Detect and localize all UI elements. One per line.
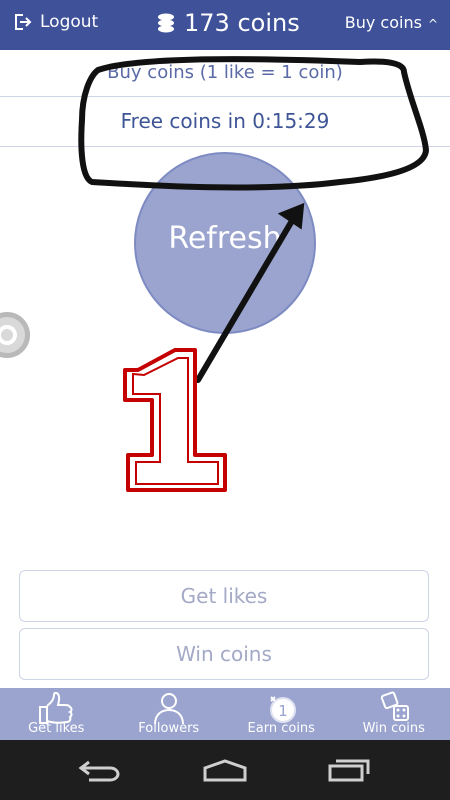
nav-earn-coins[interactable]: 1 Earn coins xyxy=(225,688,338,740)
top-header: Logout 173 coins Buy coins ^ xyxy=(0,0,450,50)
nav-win-coins-label: Win coins xyxy=(362,721,425,736)
refresh-label: Refresh xyxy=(168,221,282,256)
back-icon[interactable] xyxy=(77,758,123,782)
nav-followers-label: Followers xyxy=(138,721,200,736)
buy-coins-menu[interactable]: Buy coins ^ xyxy=(345,13,438,32)
logout-button[interactable]: Logout xyxy=(12,12,98,32)
chevron-up-icon: ^ xyxy=(427,16,438,31)
user-icon xyxy=(153,693,184,725)
buy-coins-label: Buy coins xyxy=(344,13,422,32)
svg-text:1: 1 xyxy=(278,702,288,720)
recent-apps-icon[interactable] xyxy=(326,758,372,782)
free-coins-timer-row: Free coins in 0:15:29 xyxy=(0,96,450,147)
system-navigation-bar xyxy=(0,740,450,800)
nav-get-likes[interactable]: Get likes xyxy=(0,688,113,740)
coins-label: 173 coins xyxy=(184,9,300,37)
get-likes-button[interactable]: Get likes xyxy=(19,570,429,622)
dice-icon xyxy=(380,691,409,721)
nav-followers[interactable]: Followers xyxy=(113,688,226,740)
coins-stack-icon xyxy=(158,13,174,33)
thumbs-up-icon xyxy=(39,691,73,724)
bottom-navigation: Get likes Followers 1 Earn coins Win coi… xyxy=(0,688,450,740)
buy-coins-info-text: Buy coins (1 like = 1 coin) xyxy=(107,62,343,83)
logout-label: Logout xyxy=(40,12,99,32)
win-coins-button[interactable]: Win coins xyxy=(19,628,429,680)
floating-edge-button[interactable] xyxy=(0,312,30,358)
buy-coins-info-row[interactable]: Buy coins (1 like = 1 coin) xyxy=(0,50,450,97)
get-likes-button-label: Get likes xyxy=(180,584,268,608)
refresh-button[interactable]: Refresh xyxy=(134,152,316,334)
nav-win-coins[interactable]: Win coins xyxy=(338,688,450,740)
coins-balance: 173 coins xyxy=(156,9,300,37)
number-one-annotation xyxy=(123,348,227,492)
free-coins-timer-text: Free coins in 0:15:29 xyxy=(120,109,330,133)
coin-icon: 1 xyxy=(270,696,297,723)
logout-icon xyxy=(15,14,32,30)
home-icon[interactable] xyxy=(201,758,249,782)
win-coins-button-label: Win coins xyxy=(176,642,272,666)
nav-earn-coins-label: Earn coins xyxy=(247,721,315,736)
nav-get-likes-label: Get likes xyxy=(28,721,85,736)
